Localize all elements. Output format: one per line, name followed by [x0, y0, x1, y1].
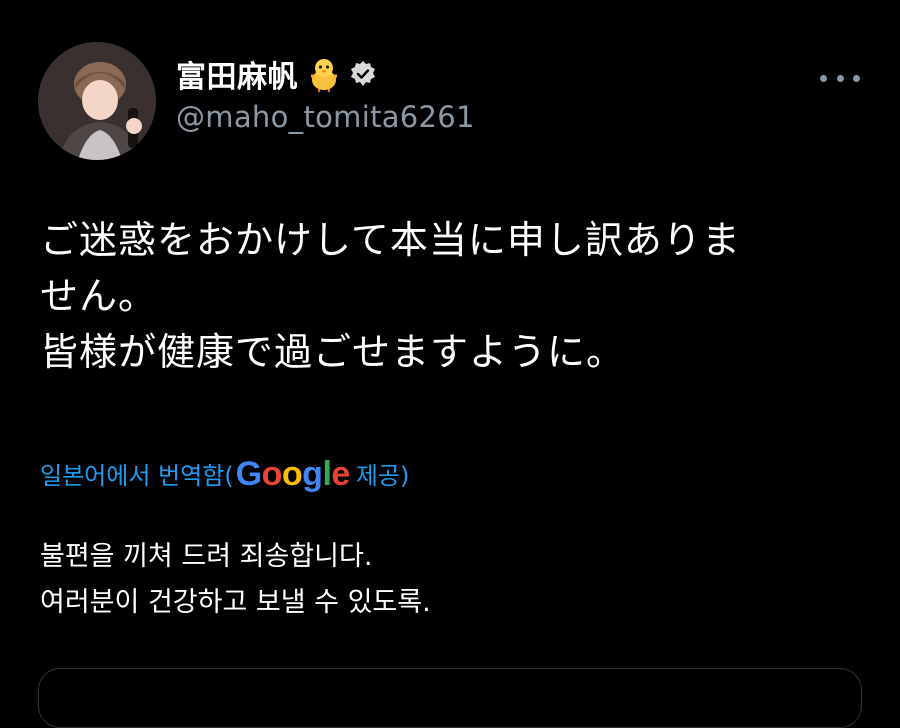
user-info: 富田麻帆 @maho_tomita6261	[176, 52, 475, 134]
more-dot	[853, 74, 860, 82]
translate-prefix: 일본어에서 번역함(	[40, 462, 234, 490]
tweet-text: ご迷惑をおかけして本当に申し訳ありま せん。 皆様が健康で過ごせますように。	[40, 218, 741, 374]
verified-badge-icon	[348, 59, 378, 89]
more-horizontal-icon	[820, 74, 827, 82]
translate-suffix: 제공)	[355, 462, 410, 490]
more-options-button[interactable]	[820, 66, 860, 90]
user-handle[interactable]: @maho_tomita6261	[176, 100, 475, 134]
avatar[interactable]	[38, 42, 156, 160]
translate-link[interactable]: 일본어에서 번역함( Google 제공)	[40, 454, 409, 493]
google-logo: Google	[235, 455, 351, 493]
display-name-row: 富田麻帆	[176, 52, 475, 96]
baby-chick-icon	[304, 54, 344, 94]
tweet-header: 富田麻帆 @maho_tomita6261	[38, 42, 868, 160]
display-name[interactable]: 富田麻帆	[176, 52, 298, 96]
quoted-card[interactable]	[38, 668, 862, 728]
avatar-photo	[38, 42, 156, 160]
translated-text: 불편을 끼쳐 드려 죄송합니다. 여러분이 건강하고 보낼 수 있도록.	[40, 541, 431, 618]
more-dot	[836, 74, 844, 82]
